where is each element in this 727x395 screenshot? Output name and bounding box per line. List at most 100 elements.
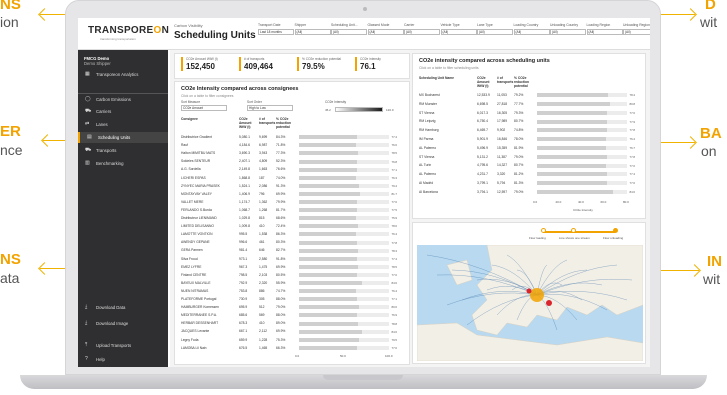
intensity-bar[interactable]: 77.4 [299,256,397,261]
table-row[interactable]: Distributeur LIENIMAND 1,029.8 815 68.6% 75.… [181,215,397,222]
intensity-bar[interactable]: 80.8 [537,102,635,107]
intensity-bar[interactable]: 78.5 [299,264,397,269]
intensity-bar[interactable]: 77.1 [299,167,397,172]
intensity-bar[interactable]: 78.3 [299,248,397,253]
intensity-bar[interactable]: 77.0 [299,272,397,277]
intensity-bar[interactable]: 77.6 [537,181,635,186]
nav-item-upload-transports[interactable]: ⤒ Upload Transports [78,340,168,351]
table-row[interactable]: Sokieles SENTEUR 2,407.1 4,809 52.3% 76.8 [181,158,397,165]
nav-item-benchmarking[interactable]: ▥ Benchmarking [78,158,168,169]
filter-dropdown[interactable]: Loading Country (All) [513,23,550,35]
intensity-bar[interactable]: 76.4 [537,137,635,142]
intensity-bar[interactable]: 76.4 [299,232,397,237]
intensity-bar[interactable]: 77.9 [537,119,635,124]
table-row[interactable]: LAMOTTE VONTION 995.5 1,538 86.3% 76.4 [181,231,397,238]
table-row[interactable]: A.G. Sordella 2,149.8 1,663 76.6% 77.1 [181,166,397,173]
intensity-bar[interactable]: 77.4 [299,135,397,140]
flow-map[interactable]: Flow loading Line shows one stream Flow … [412,222,646,364]
table-row[interactable]: GERA Parmen 981.4 646 82.7% 78.3 [181,247,397,254]
table-row[interactable]: LICHERI ESPAS 1,868.8 187 74.0% 76.3 [181,175,397,182]
filter-dropdown[interactable]: Scheduling Unit... (All) [331,23,367,35]
intensity-bar[interactable]: 77.1 [299,297,397,302]
table-row[interactable]: HERBAR DESSENHART 678.3 410 89.0% 78.8 [181,320,397,327]
intensity-bar[interactable]: 77.8 [537,154,635,159]
table-row[interactable]: AL Palermo 4,231.7 3,320 81.2% 77.4 [419,171,635,178]
sort-order-select[interactable]: High to Low [247,105,293,111]
table-row[interactable]: VALLET MERE 1,174.7 1,362 79.9% 77.6 [181,199,397,206]
table-row[interactable]: PLATEFORME Portugal 730.9 305 88.0% 77.1 [181,296,397,303]
table-row[interactable]: Rauf 4,184.6 6,987 71.8% 76.6 [181,142,397,149]
column-header[interactable]: % CO2e reduction potential [514,76,532,88]
intensity-bar[interactable]: 79.5 [299,337,397,342]
column-header[interactable]: % CO2e reduction potential [276,117,294,129]
nav-item-scheduling-units[interactable]: ▤ Scheduling Units [78,132,168,143]
intensity-bar[interactable]: 84.6 [537,190,635,195]
table-row[interactable]: LIMITED DELISANNO 1,009.8 410 72.4% 78.6 [181,223,397,230]
slider-handle-unloading[interactable] [613,228,618,233]
column-header[interactable]: Consignee [181,117,231,121]
filter-dropdown[interactable]: Carrier (All) [404,23,440,35]
filter-select[interactable]: (All) [623,29,650,35]
column-header[interactable]: Scheduling Unit Name [419,76,469,80]
filter-dropdown[interactable]: Vehicle Type (All) [440,23,477,35]
intensity-bar[interactable]: 77.8 [537,128,635,133]
intensity-bar[interactable]: 80.6 [299,305,397,310]
table-row[interactable]: RM Hamburg 6,469.7 9,902 74.8% 77.8 [419,127,635,134]
filter-dropdown[interactable]: Transport Date Last 18 months [258,23,294,35]
filter-dropdown[interactable]: Glassed Mode (All) [367,23,404,35]
column-header[interactable]: # of transports [259,117,277,125]
column-header[interactable]: CO2e Amount WtW (t) [477,76,495,88]
filter-select[interactable]: (All) [550,29,586,35]
nav-item-carbon-emissions[interactable]: ◯ Carbon Emissions [78,93,168,104]
intensity-bar[interactable]: 78.5 [299,151,397,156]
table-row[interactable]: Distributrice Gradient 5,080.1 9,699 84.3% 7… [181,134,397,141]
filter-select[interactable]: Last 18 months [258,29,294,35]
filter-select[interactable]: (All) [331,29,367,35]
table-row[interactable]: IM Parma 5,901.9 16,846 78.0% 76.4 [419,136,635,143]
nav-item-carriers[interactable]: ⛟ Carriers [78,106,168,117]
intensity-bar[interactable]: 78.4 [537,93,635,98]
user-info[interactable]: FMCG Demo Demo Shipper [84,56,111,66]
filter-select[interactable]: (All) [513,29,550,35]
intensity-bar[interactable]: 77.0 [299,345,397,350]
table-row[interactable]: AI Madrid 3,799.1 5,794 81.3% 77.6 [419,180,635,187]
intensity-bar[interactable]: 79.4 [299,183,397,188]
intensity-bar[interactable]: 78.8 [299,321,397,326]
nav-item-download-image[interactable]: ⤓ Download Image [78,318,168,329]
nav-item-download-data[interactable]: ⤓ Download Data [78,302,168,313]
table-row[interactable]: HAMBURGER Komessen 695.9 512 79.0% 80.6 [181,304,397,311]
table-row[interactable]: BAYEUX MALVILLE 792.9 2,320 55.9% 84.6 [181,280,397,287]
table-row[interactable]: AI Barcelona 3,794.1 12,597 79.0% 84.6 [419,189,635,196]
table-row[interactable]: ZYNYEC MARIA PRASEK 1,524.1 2,086 91.3% 79.4 [181,183,397,190]
slider-handle-loading[interactable] [541,228,546,233]
table-row[interactable]: EMEZ LYFRE 967.3 1,475 69.9% 78.5 [181,264,397,271]
intensity-bar[interactable]: 77.6 [299,200,397,205]
filter-dropdown[interactable]: Shipper (All) [294,23,331,35]
sort-measure-select[interactable]: CO2e Amount [181,105,227,111]
intensity-bar[interactable]: 76.7 [537,146,635,151]
intensity-bar[interactable]: 77.5 [299,208,397,213]
table-row[interactable]: FERLANDO S.Burda 1,068.7 1,268 81.7% 77.5 [181,207,397,214]
flow-slider[interactable] [543,231,615,233]
intensity-bar[interactable]: 77.0 [537,163,635,168]
filter-select[interactable]: (All) [367,29,404,35]
filter-dropdown[interactable]: Loading Region (All) [586,23,623,35]
filter-select[interactable]: (All) [440,29,477,35]
nav-item-transporeon-analytics[interactable]: ▦ Transporeon Analytics [78,69,168,80]
intensity-bar[interactable]: 76.8 [299,159,397,164]
nav-item-transports[interactable]: ⛟ Transports [78,145,168,156]
slider-handle-mid[interactable] [571,228,576,233]
column-header[interactable]: CO2e Amount WtW (t) [239,117,257,129]
table-row[interactable]: ST Vienna 6,017.3 16,305 79.3% 77.6 [419,110,635,117]
nav-item-help[interactable]: ? Help [78,354,168,365]
table-row[interactable]: RM Munster 6,698.5 27,818 77.7% 80.8 [419,101,635,108]
table-row[interactable]: Silva Froud 973.1 2,580 91.8% 77.4 [181,256,397,263]
intensity-bar[interactable]: 84.6 [299,281,397,286]
filter-select[interactable]: (All) [294,29,331,35]
table-row[interactable]: LAMOBA Lil Nain 676.5 1,465 66.3% 77.0 [181,345,397,352]
intensity-bar[interactable]: 76.4 [299,289,397,294]
filter-select[interactable]: (All) [477,29,513,35]
intensity-bar[interactable]: 84.6 [299,329,397,334]
table-row[interactable]: Halton MIMITBU MATS 3,690.3 3,943 77.3% 78.5 [181,150,397,157]
intensity-bar[interactable]: 77.8 [299,240,397,245]
